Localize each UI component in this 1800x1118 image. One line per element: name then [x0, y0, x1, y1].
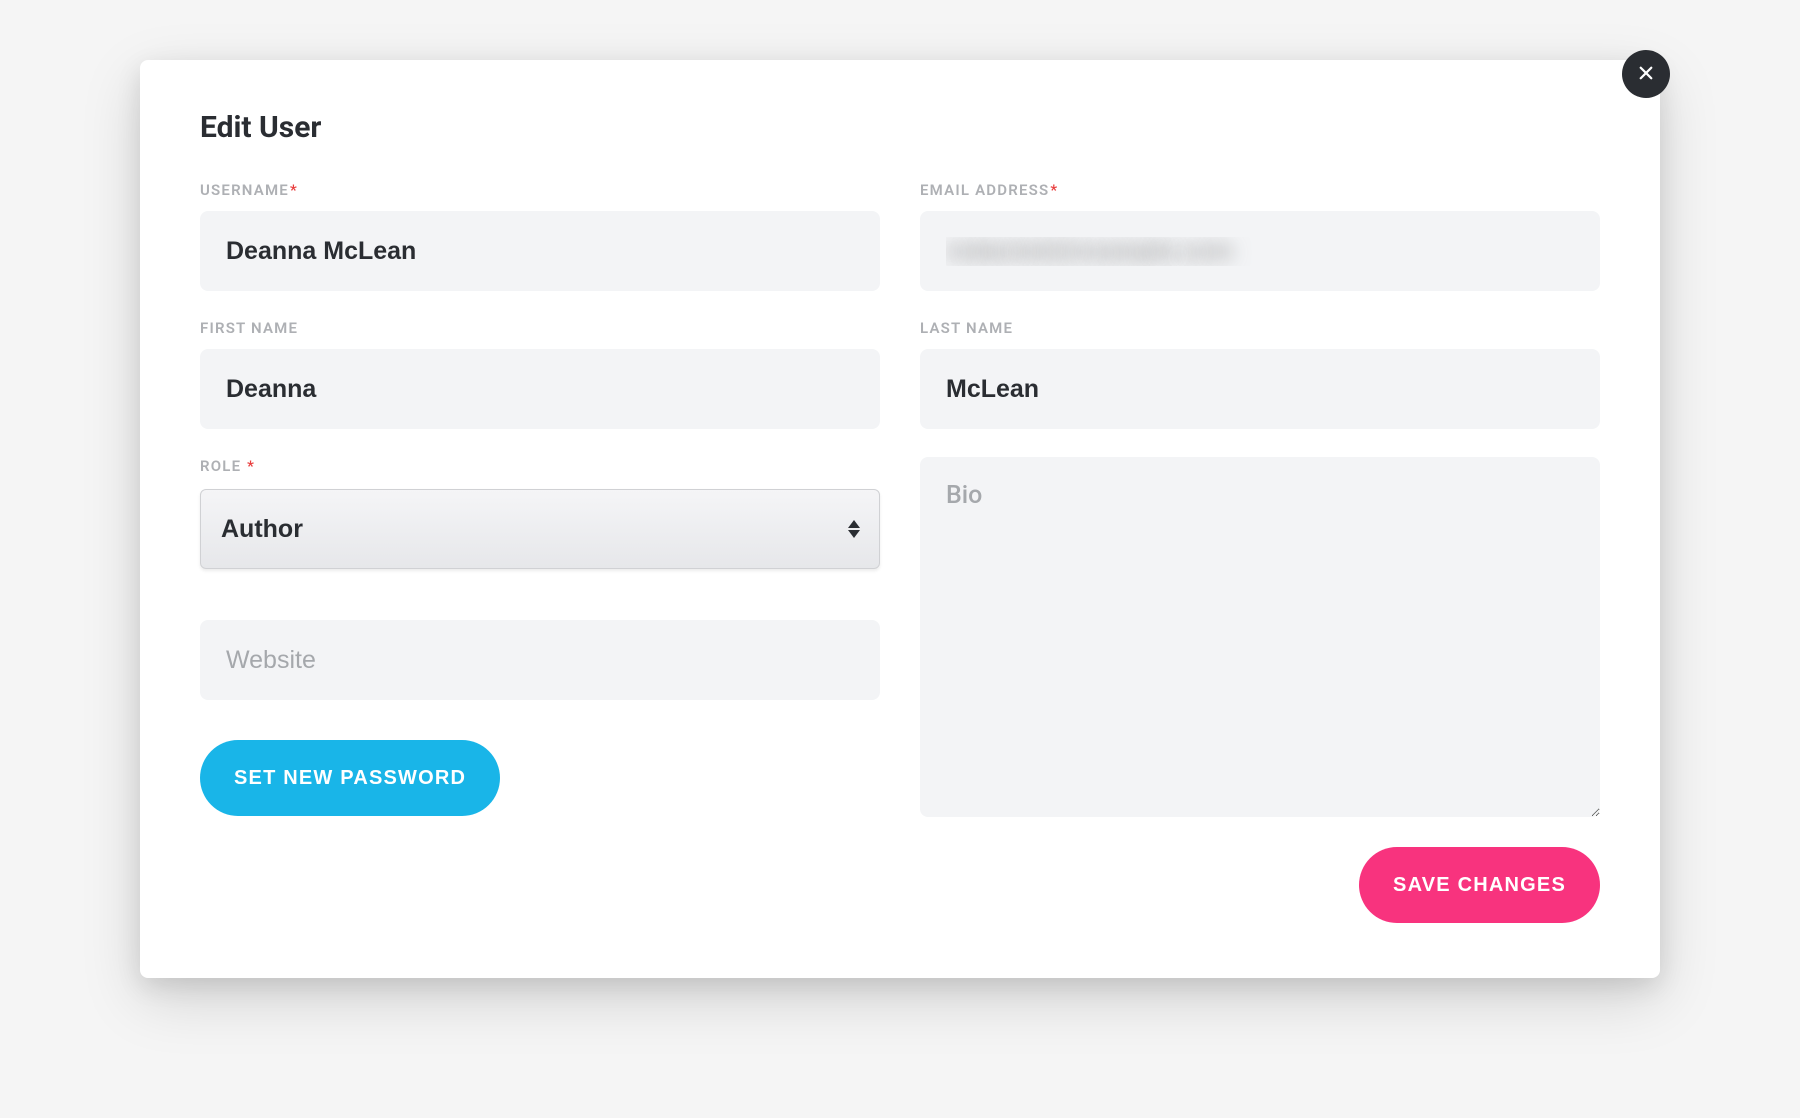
modal-footer: Save Changes [200, 847, 1600, 923]
bio-group [920, 457, 1600, 817]
email-label: Email Address* [920, 181, 1600, 199]
role-select-wrapper: Author [200, 489, 880, 569]
email-group: Email Address* [920, 181, 1600, 291]
last-name-label: Last Name [920, 319, 1600, 337]
save-changes-button[interactable]: Save Changes [1359, 847, 1600, 923]
role-select[interactable]: Author [200, 489, 880, 569]
first-name-label: First Name [200, 319, 880, 337]
required-mark: * [247, 457, 255, 475]
modal-content: Edit User Username* Email Address* Fir [140, 60, 1660, 978]
website-input[interactable] [200, 620, 880, 700]
required-mark: * [1050, 181, 1058, 199]
modal-title: Edit User [200, 110, 1600, 145]
website-group [200, 620, 880, 700]
first-name-input[interactable] [200, 349, 880, 429]
last-name-input[interactable] [920, 349, 1600, 429]
set-password-button[interactable]: Set New Password [200, 740, 500, 816]
username-label-text: Username [200, 181, 289, 199]
close-button[interactable] [1622, 50, 1670, 98]
email-input[interactable] [920, 211, 1600, 291]
bio-textarea[interactable] [920, 457, 1600, 817]
role-group: Role * Author [200, 457, 880, 570]
form-grid: Username* Email Address* First Name Last… [200, 181, 1600, 817]
role-label-text: Role [200, 457, 246, 475]
last-name-group: Last Name [920, 319, 1600, 429]
username-input[interactable] [200, 211, 880, 291]
username-label: Username* [200, 181, 880, 199]
close-icon [1637, 64, 1655, 85]
edit-user-modal: Edit User Username* Email Address* Fir [140, 60, 1660, 978]
required-mark: * [290, 181, 298, 199]
left-column-extra: Set New Password [200, 598, 880, 817]
role-label: Role * [200, 457, 880, 475]
first-name-group: First Name [200, 319, 880, 429]
email-label-text: Email Address [920, 181, 1049, 199]
username-group: Username* [200, 181, 880, 291]
